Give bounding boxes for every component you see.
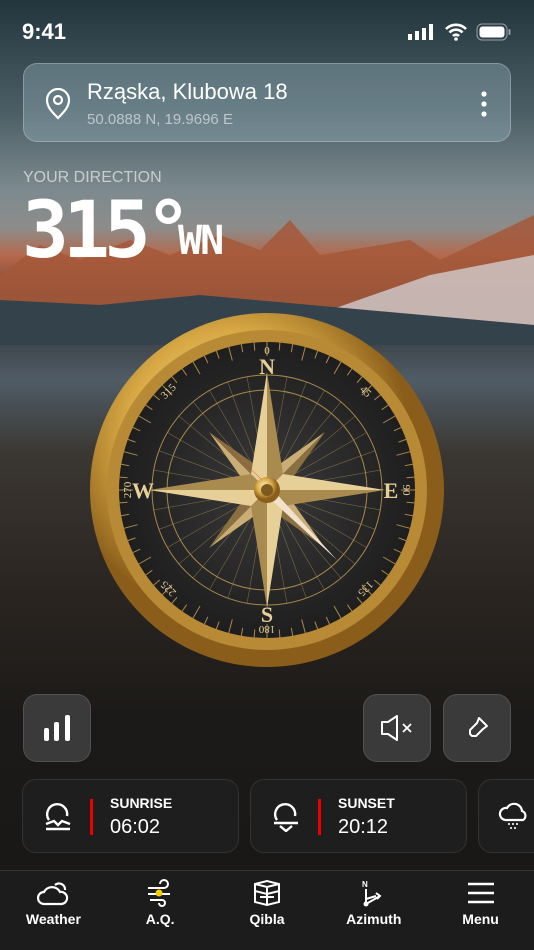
azimuth-icon: N — [362, 880, 382, 907]
mute-button[interactable] — [363, 694, 431, 762]
nav-menu[interactable]: Menu — [427, 871, 534, 950]
signal-icon — [408, 24, 433, 40]
stats-button[interactable] — [23, 694, 91, 762]
nav-azimuth[interactable]: N Azimuth — [320, 871, 427, 950]
nav-qibla-label: Qibla — [249, 911, 285, 927]
bottom-nav: Weather A.Q. Qibla N Azimuth Menu — [0, 870, 534, 950]
compass-tick — [119, 476, 128, 479]
degree-number: 270 — [122, 481, 134, 498]
nav-aq-label: A.Q. — [145, 911, 175, 927]
nav-weather[interactable]: Weather — [0, 871, 107, 950]
bar-chart-icon — [44, 715, 70, 741]
wind-icon — [148, 879, 171, 907]
heading-degrees: 315° — [22, 186, 192, 276]
location-card[interactable]: Rząska, Klubowa 18 50.0888 N, 19.9696 E — [23, 63, 511, 142]
weather-card[interactable] — [478, 779, 534, 853]
heading-cardinal: WN — [178, 218, 224, 264]
compass-tick — [406, 476, 415, 479]
sunrise-time: 06:02 — [110, 816, 161, 838]
cloud-icon — [37, 882, 69, 906]
rain-cloud-icon — [498, 802, 527, 829]
location-pin-icon — [45, 88, 71, 120]
nav-azimuth-label: Azimuth — [346, 911, 402, 927]
nav-qibla[interactable]: Qibla — [214, 871, 321, 950]
direction-label: YOUR DIRECTION — [23, 169, 162, 186]
more-options-icon[interactable] — [480, 90, 488, 118]
flashlight-icon — [469, 717, 488, 737]
compass-tick — [253, 629, 256, 638]
wifi-icon — [445, 23, 467, 41]
sunset-card[interactable]: SUNSET 20:12 — [250, 779, 467, 853]
nav-air-quality[interactable]: A.Q. — [107, 871, 214, 950]
compass-tick — [278, 629, 281, 638]
sunset-label: SUNSET — [338, 795, 395, 811]
cardinal-letter: E — [384, 478, 399, 503]
sunrise-icon — [45, 803, 71, 831]
hamburger-icon — [467, 882, 494, 904]
degree-number: 90 — [400, 485, 412, 497]
cardinal-letter: W — [132, 478, 154, 503]
sunrise-label: SUNRISE — [110, 795, 173, 811]
flashlight-button[interactable] — [443, 694, 511, 762]
sunrise-card[interactable]: SUNRISE 06:02 — [22, 779, 239, 853]
speaker-muted-icon — [381, 715, 412, 741]
nav-menu-label: Menu — [462, 911, 499, 927]
accent-bar — [318, 799, 321, 835]
location-coordinates: 50.0888 N, 19.9696 E — [87, 111, 233, 128]
cardinal-letter: N — [259, 354, 275, 379]
compass-tick — [253, 342, 256, 351]
status-bar: 9:41 — [22, 18, 512, 46]
degree-number: 180 — [258, 623, 275, 635]
battery-icon — [476, 23, 511, 41]
compass-dial: NESW04590135180225270315 — [90, 313, 444, 667]
svg-text:N: N — [362, 880, 368, 889]
nav-weather-label: Weather — [25, 911, 81, 927]
accent-bar — [90, 799, 93, 835]
degree-number: 0 — [264, 345, 270, 357]
clock: 9:41 — [22, 19, 67, 44]
compass-tick — [119, 501, 128, 504]
kaaba-icon — [253, 879, 280, 907]
compass-tick — [406, 501, 415, 504]
compass-tick — [278, 342, 281, 351]
location-name: Rząska, Klubowa 18 — [87, 79, 288, 104]
sunset-icon — [274, 803, 298, 832]
sunset-time: 20:12 — [338, 816, 389, 838]
